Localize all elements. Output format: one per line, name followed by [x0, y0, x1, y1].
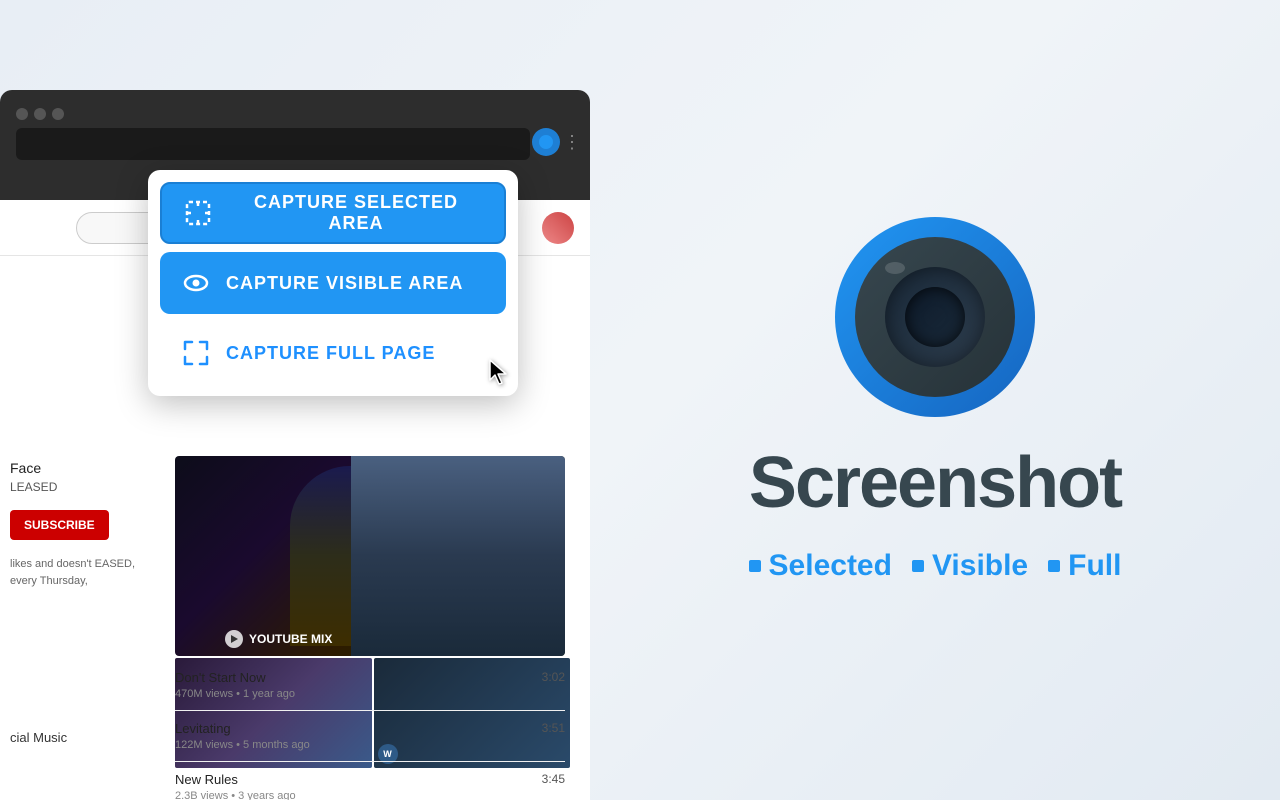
camera-highlight [885, 262, 905, 274]
browser-dot-3 [52, 108, 64, 120]
crowd-background [351, 456, 566, 656]
menu-dots-icon[interactable]: ⋮ [563, 132, 582, 153]
subscribe-button[interactable]: SUBSCRIBE [10, 510, 109, 540]
capture-selected-button[interactable]: CAPTURE SELECTED AREA [160, 182, 506, 244]
capture-full-label: CAPTURE FULL PAGE [226, 343, 435, 364]
song-meta-3: 2.3B views • 3 years ago [175, 790, 296, 800]
song-title-1: Don't Start Now [175, 670, 295, 685]
capture-selected-label: CAPTURE SELECTED AREA [228, 192, 484, 234]
youtube-mix-label: YOUTUBE MIX [225, 630, 332, 648]
capture-full-button[interactable]: CAPTURE FULL PAGE [160, 322, 506, 384]
camera-lens [885, 267, 985, 367]
song-item-3[interactable]: New Rules 2.3B views • 3 years ago 3:45 [175, 762, 565, 800]
song-duration-3: 3:45 [542, 772, 565, 786]
face-label: Face [10, 460, 140, 476]
full-label: Full [1068, 549, 1121, 583]
browser-dot-1 [16, 108, 28, 120]
browser-dot-2 [34, 108, 46, 120]
extension-icon[interactable] [532, 128, 560, 156]
song-meta-2: 122M views • 5 months ago [175, 739, 310, 751]
released-label: LEASED [10, 480, 140, 494]
song-duration-1: 3:02 [542, 670, 565, 684]
subtitle-selected: Selected [749, 549, 892, 583]
song-list: Don't Start Now 470M views • 1 year ago … [175, 660, 565, 800]
camera-lens-inner [905, 287, 965, 347]
description-text: likes and doesn't EASED, every Thursday, [10, 556, 140, 589]
capture-popup-menu: CAPTURE SELECTED AREA CAPTURE VISIBLE AR… [148, 170, 518, 396]
app-title: Screenshot [749, 447, 1121, 519]
eye-icon [180, 267, 212, 299]
selected-dot [749, 560, 761, 572]
subtitle-row: Selected Visible Full [749, 549, 1122, 583]
camera-outer-ring [835, 217, 1035, 417]
subtitle-full: Full [1048, 549, 1121, 583]
song-item-1[interactable]: Don't Start Now 470M views • 1 year ago … [175, 660, 565, 711]
user-avatar[interactable] [542, 212, 574, 244]
dashed-rect-icon [182, 197, 214, 229]
app-icon [835, 217, 1035, 417]
sidebar-text: Face LEASED SUBSCRIBE likes and doesn't … [10, 460, 140, 589]
main-thumbnail[interactable]: YOUTUBE MIX [175, 456, 565, 656]
capture-visible-button[interactable]: CAPTURE VISIBLE AREA [160, 252, 506, 314]
browser-dots [16, 108, 64, 120]
left-panel: ⋮ 🔍 Face LEASED SUBSCRIBE likes and does… [0, 0, 590, 800]
song-duration-2: 3:51 [542, 721, 565, 735]
song-title-2: Levitating [175, 721, 310, 736]
full-dot [1048, 560, 1060, 572]
address-bar[interactable] [16, 128, 530, 160]
expand-icon [180, 337, 212, 369]
selected-label: Selected [769, 549, 892, 583]
song-info-2: Levitating 122M views • 5 months ago [175, 721, 310, 751]
visible-label: Visible [932, 549, 1028, 583]
subtitle-visible: Visible [912, 549, 1028, 583]
song-info-3: New Rules 2.3B views • 3 years ago [175, 772, 296, 800]
song-item-2[interactable]: Levitating 122M views • 5 months ago 3:5… [175, 711, 565, 762]
song-meta-1: 470M views • 1 year ago [175, 688, 295, 700]
official-music-text: cial Music [10, 730, 67, 745]
thumbnail-image [175, 456, 565, 656]
right-panel: Screenshot Selected Visible Full [590, 0, 1280, 800]
play-icon [225, 630, 243, 648]
visible-dot [912, 560, 924, 572]
capture-visible-label: CAPTURE VISIBLE AREA [226, 273, 463, 294]
song-info-1: Don't Start Now 470M views • 1 year ago [175, 670, 295, 700]
song-title-3: New Rules [175, 772, 296, 787]
camera-inner [855, 237, 1015, 397]
